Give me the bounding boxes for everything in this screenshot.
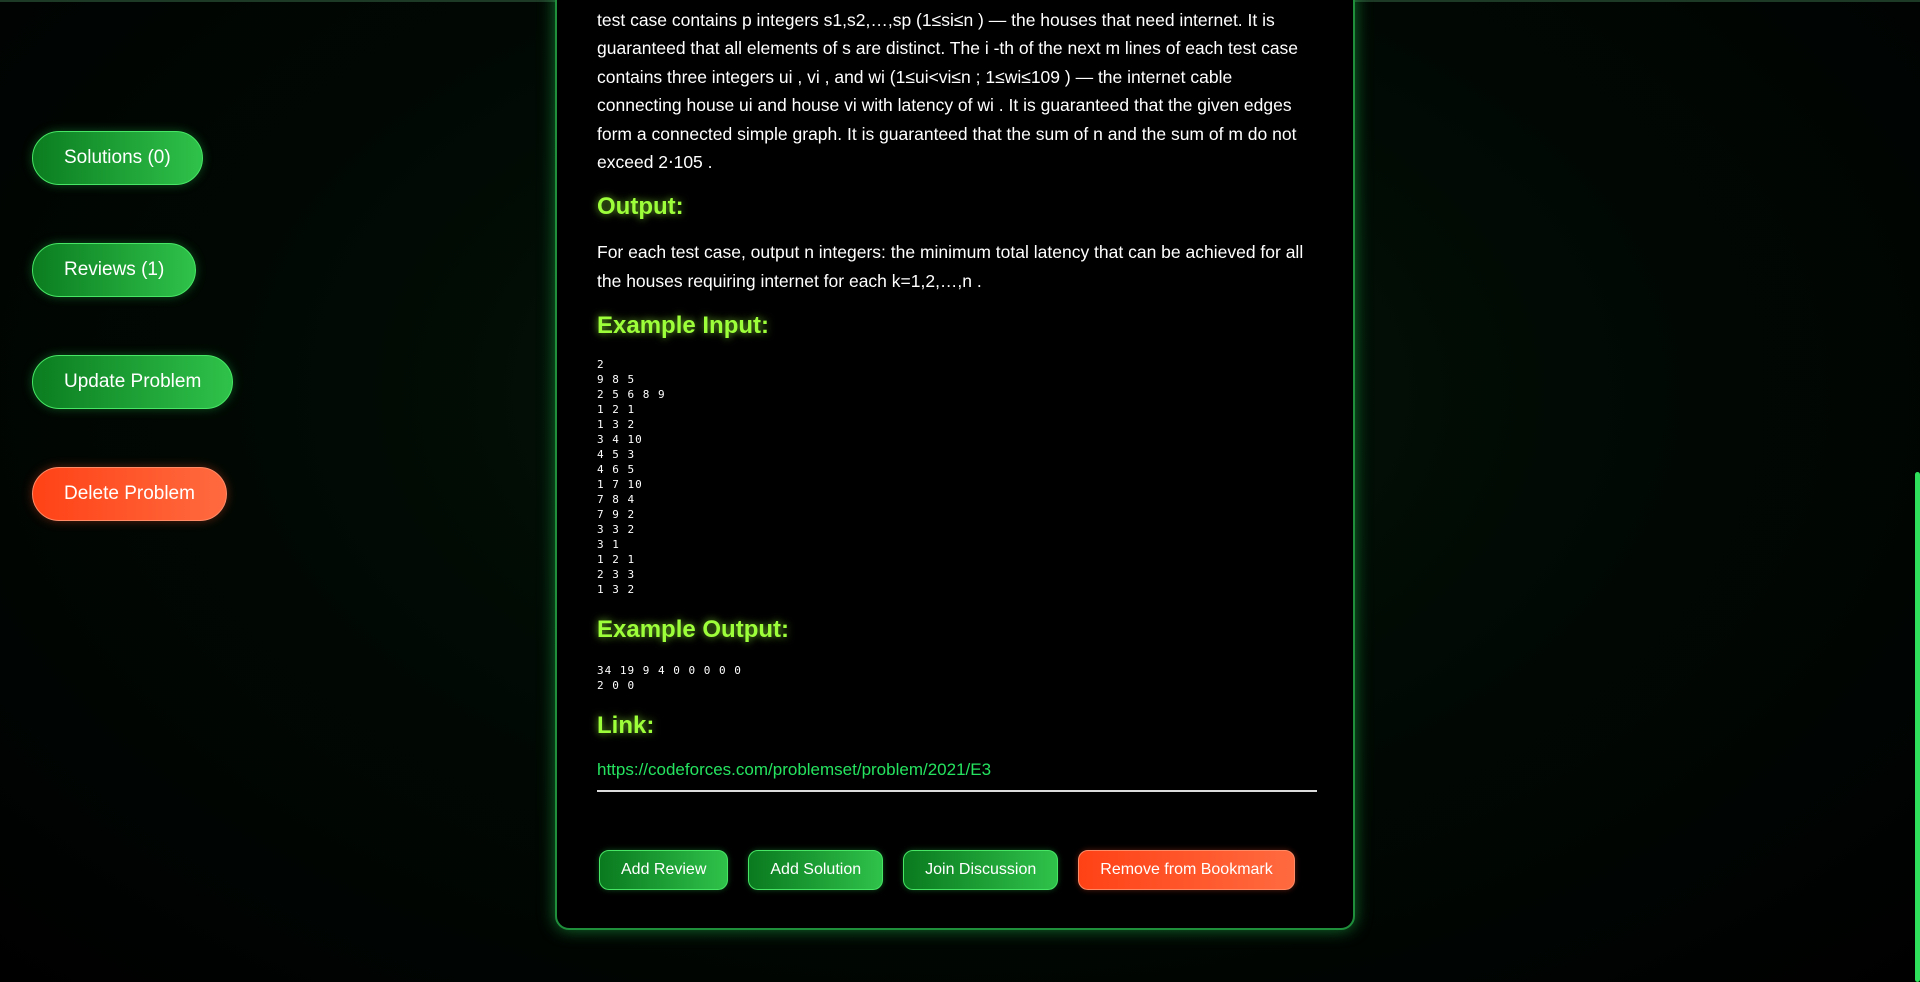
add-review-button[interactable]: Add Review [599,850,729,890]
divider [597,790,1317,793]
delete-problem-button[interactable]: Delete Problem [32,467,227,521]
text-line: contains three integers ui , vi , and wi… [597,66,1233,87]
output-heading: Output: [597,193,684,221]
problem-card: test case contains p integers s1,s2,…,sp… [555,0,1355,930]
text-line: the houses requiring internet for each k… [597,270,982,291]
problem-content: test case contains p integers s1,s2,…,sp… [597,6,1317,793]
problem-link[interactable]: https://codeforces.com/problemset/proble… [597,760,1317,780]
page-scrollbar[interactable] [1915,472,1920,982]
link-heading: Link: [597,712,655,740]
action-bar: Add Review Add Solution Join Discussion … [599,850,1295,890]
text-line: exceed 2⋅105 . [597,152,713,173]
remove-bookmark-button[interactable]: Remove from Bookmark [1078,850,1295,890]
example-output-heading: Example Output: [597,616,790,644]
text-line: guaranteed that all elements of s are di… [597,38,1299,59]
input-description: test case contains p integers s1,s2,…,sp… [597,6,1317,176]
solutions-button[interactable]: Solutions (0) [32,131,203,185]
join-discussion-button[interactable]: Join Discussion [903,850,1059,890]
add-solution-button[interactable]: Add Solution [748,850,884,890]
example-input-heading: Example Input: [597,312,770,340]
text-line: form a connected simple graph. It is gua… [597,123,1297,144]
text-line: connecting house ui and house vi with la… [597,95,1292,116]
text-line: test case contains p integers s1,s2,…,sp… [597,10,1275,30]
example-input-block: 2 9 8 5 2 5 6 8 9 1 2 1 1 3 2 3 4 10 4 5… [597,358,666,597]
example-output-block: 34 19 9 4 0 0 0 0 0 2 0 0 [597,664,742,693]
reviews-button[interactable]: Reviews (1) [32,243,197,297]
update-problem-button[interactable]: Update Problem [32,355,234,409]
text-line: For each test case, output n integers: t… [597,242,1304,263]
output-description: For each test case, output n integers: t… [597,238,1317,295]
